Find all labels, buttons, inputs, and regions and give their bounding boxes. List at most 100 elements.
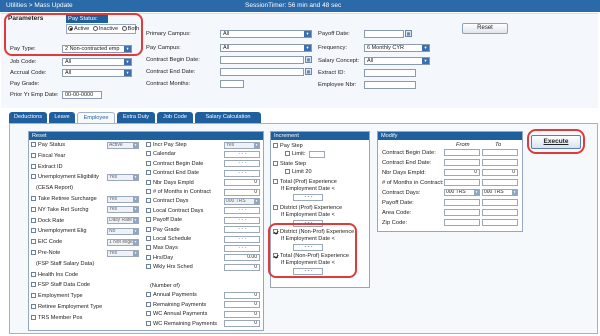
reset-value-select[interactable]: Active ▾ <box>107 141 139 149</box>
extract-id-input[interactable] <box>364 69 416 77</box>
state-step-checkbox[interactable] <box>273 161 278 167</box>
modify-from-field[interactable]: 0 <box>444 169 480 176</box>
modify-to-field[interactable]: 0 <box>482 169 518 176</box>
reset-value-select[interactable]: Yes ▾ <box>107 206 139 214</box>
modify-from-field[interactable] <box>444 149 480 156</box>
reset-checkbox[interactable] <box>146 264 151 270</box>
reset-checkbox[interactable] <box>31 304 36 310</box>
reset-value-input[interactable]: 0 <box>224 179 260 187</box>
reset-checkbox[interactable] <box>31 217 36 223</box>
reset-value-input[interactable]: 0 <box>224 291 260 299</box>
modify-to-field[interactable] <box>482 219 518 226</box>
reset-checkbox[interactable] <box>146 254 151 260</box>
reset-checkbox[interactable] <box>146 170 151 176</box>
reset-value-input[interactable]: - - - <box>224 150 260 158</box>
reset-checkbox[interactable] <box>146 189 151 195</box>
reset-value-select[interactable]: Daily Rate ▾ <box>107 217 139 225</box>
reset-checkbox[interactable] <box>31 239 36 245</box>
modify-from-field[interactable] <box>444 219 480 226</box>
reset-value-input[interactable]: - - - <box>224 160 260 168</box>
tab-employee[interactable]: Employee <box>77 112 115 123</box>
limit-checkbox[interactable] <box>285 151 290 157</box>
modify-to-field[interactable] <box>482 199 518 206</box>
salary-concept-select[interactable]: All ▾ <box>364 57 430 65</box>
reset-checkbox[interactable] <box>31 152 36 158</box>
reset-checkbox[interactable] <box>146 301 151 307</box>
reset-value-select[interactable]: No ▾ <box>107 227 139 235</box>
reset-value-select[interactable]: Yes ▾ <box>107 249 139 257</box>
calendar-icon[interactable]: ▦ <box>405 30 412 37</box>
calendar-icon[interactable]: ▦ <box>305 56 312 63</box>
prior-yr-emp-date-input[interactable]: 00-00-0000 <box>62 91 102 99</box>
pay-type-select[interactable]: 2 Non-contracted emp ▾ <box>62 45 132 53</box>
reset-value-input[interactable]: - - - <box>224 226 260 234</box>
pay-step-checkbox[interactable] <box>273 143 278 149</box>
tab-job-code[interactable]: Job Code <box>157 112 193 123</box>
modify-from-field[interactable] <box>444 179 480 186</box>
reset-checkbox[interactable] <box>146 179 151 185</box>
reset-checkbox[interactable] <box>146 226 151 232</box>
reset-button[interactable]: Reset <box>462 23 508 34</box>
modify-to-field[interactable]: 000 TRS ▾ <box>482 189 518 196</box>
payoff-date-input[interactable] <box>364 30 404 38</box>
reset-value-input[interactable]: 0 <box>224 310 260 318</box>
total-prof-date-input[interactable]: - - - <box>293 194 323 201</box>
reset-checkbox[interactable] <box>146 160 151 166</box>
reset-value-input[interactable]: - - - <box>224 244 260 252</box>
reset-value-input[interactable]: 0 <box>224 263 260 271</box>
reset-checkbox[interactable] <box>31 163 36 169</box>
reset-value-input[interactable]: - - - <box>224 169 260 177</box>
reset-checkbox[interactable] <box>31 174 36 180</box>
contract-months-input[interactable] <box>220 80 244 88</box>
reset-value-select[interactable]: Yes ▾ <box>107 173 139 181</box>
contract-begin-date-input[interactable] <box>220 56 304 64</box>
tab-deductions[interactable]: Deductions <box>9 112 47 123</box>
reset-checkbox[interactable] <box>146 142 151 148</box>
reset-checkbox[interactable] <box>31 228 36 234</box>
tab-salary-calculation[interactable]: Salary Calculation <box>195 112 261 123</box>
reset-checkbox[interactable] <box>146 198 151 204</box>
reset-checkbox[interactable] <box>146 245 151 251</box>
reset-checkbox[interactable] <box>31 271 36 277</box>
calendar-icon[interactable]: ▦ <box>305 68 312 75</box>
reset-value-input[interactable]: 0 <box>224 188 260 196</box>
reset-value-input[interactable]: 0 <box>224 320 260 328</box>
modify-from-field[interactable] <box>444 209 480 216</box>
reset-checkbox[interactable] <box>31 142 36 148</box>
reset-checkbox[interactable] <box>146 151 151 157</box>
reset-value-input[interactable]: - - - <box>224 216 260 224</box>
breadcrumb[interactable]: Utilities > Mass Update <box>6 2 73 9</box>
reset-checkbox[interactable] <box>146 311 151 317</box>
reset-value-select[interactable]: Yes ▾ <box>107 195 139 203</box>
modify-to-field[interactable] <box>482 209 518 216</box>
reset-checkbox[interactable] <box>146 292 151 298</box>
modify-to-field[interactable] <box>482 159 518 166</box>
reset-checkbox[interactable] <box>31 206 36 212</box>
reset-value-input[interactable]: - - - <box>224 235 260 243</box>
modify-from-field[interactable] <box>444 199 480 206</box>
primary-campus-select[interactable]: All ▾ <box>220 30 312 38</box>
reset-value-select[interactable]: 1 Not eligible ▾ <box>107 238 139 246</box>
modify-from-field[interactable] <box>444 159 480 166</box>
frequency-select[interactable]: 6 Monthly CYR ▾ <box>364 44 430 52</box>
employee-nbr-input[interactable] <box>364 81 416 89</box>
modify-from-field[interactable]: 000 TRS ▾ <box>444 189 480 196</box>
reset-checkbox[interactable] <box>146 320 151 326</box>
tab-leave[interactable]: Leave <box>49 112 75 123</box>
total-prof-checkbox[interactable] <box>273 179 278 185</box>
reset-checkbox[interactable] <box>31 293 36 299</box>
reset-checkbox[interactable] <box>31 282 36 288</box>
reset-checkbox[interactable] <box>146 236 151 242</box>
reset-value-select[interactable]: 000 TRS ▾ <box>224 197 260 205</box>
reset-value-input[interactable]: - - - <box>224 207 260 215</box>
limit20-checkbox[interactable] <box>285 169 290 175</box>
tab-extra-duty[interactable]: Extra Duty <box>117 112 155 123</box>
reset-checkbox[interactable] <box>31 196 36 202</box>
modify-to-field[interactable] <box>482 179 518 186</box>
modify-to-field[interactable] <box>482 149 518 156</box>
accrual-code-select[interactable]: All ▾ <box>62 69 132 77</box>
reset-checkbox[interactable] <box>31 314 36 320</box>
reset-value-select[interactable]: Yes ▾ <box>224 141 260 149</box>
reset-checkbox[interactable] <box>146 217 151 223</box>
contract-end-date-input[interactable] <box>220 68 304 76</box>
